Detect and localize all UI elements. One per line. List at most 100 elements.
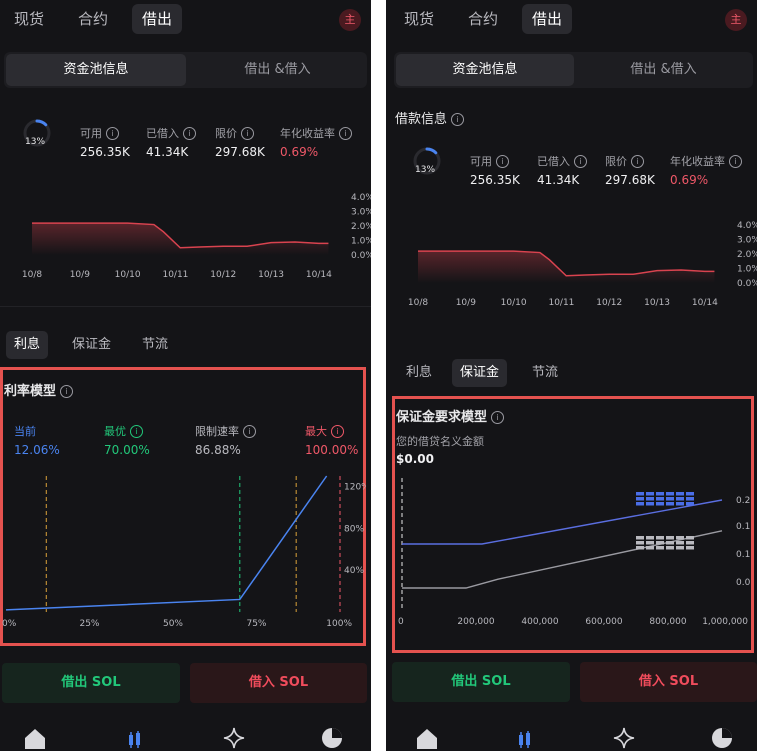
y-tick-label: 0.1 (736, 550, 750, 560)
pie-chart-icon[interactable] (711, 727, 733, 749)
subtab-interest[interactable]: 利息 (398, 359, 440, 387)
x-tick-label: 50% (163, 619, 183, 629)
info-icon[interactable]: i (729, 155, 742, 168)
x-tick-label: 10/10 (115, 270, 141, 280)
stat-limit: 限价 i 297.68K (215, 125, 265, 159)
legend-swatch-maintenance (646, 546, 654, 550)
segment-lend-borrow[interactable]: 借出 &借入 (576, 54, 751, 86)
home-icon[interactable] (415, 727, 439, 749)
stat-value: 256.35K (470, 173, 520, 187)
x-tick-label: 10/11 (162, 270, 188, 280)
segment-pool-info[interactable]: 资金池信息 (396, 54, 574, 86)
stat-apy: 年化收益率 i 0.69% (280, 125, 352, 159)
stat-limit: 限价 i 297.68K (605, 153, 655, 187)
pie-chart-icon[interactable] (321, 727, 343, 749)
legend-swatch-initial (646, 502, 654, 506)
y-tick-label: 2.0% (737, 250, 757, 260)
legend-swatch-maintenance (676, 546, 684, 550)
rate-value: 86.88% (195, 443, 241, 457)
info-icon[interactable]: i (60, 385, 74, 398)
stat-value: 0.69% (670, 173, 709, 187)
legend-swatch-maintenance (666, 536, 674, 540)
rate-curve (5, 475, 328, 611)
info-icon[interactable]: i (331, 425, 344, 438)
info-icon[interactable]: i (339, 127, 352, 140)
info-icon[interactable]: i (451, 113, 465, 126)
tab-spot[interactable]: 现货 (4, 4, 54, 34)
info-icon[interactable]: i (130, 425, 143, 438)
legend-swatch-initial (636, 497, 644, 501)
rate-value: 12.06% (14, 443, 60, 457)
rate-current: 当前 12.06% (14, 423, 60, 457)
subtab-margin[interactable]: 保证金 (64, 331, 119, 359)
rate-max: 最大 i 100.00% (305, 423, 358, 457)
y-tick-label: 2.0% (351, 222, 371, 232)
subtab-throttle[interactable]: 节流 (134, 331, 176, 359)
info-icon[interactable]: i (106, 127, 119, 140)
utilization-percent: 13% (25, 137, 46, 147)
tab-spot[interactable]: 现货 (394, 4, 444, 34)
legend-swatch-maintenance (636, 541, 644, 545)
info-icon[interactable]: i (631, 155, 644, 168)
segment-lend-borrow[interactable]: 借出 &借入 (188, 54, 367, 86)
subtab-throttle[interactable]: 节流 (524, 359, 566, 387)
subtab-margin[interactable]: 保证金 (452, 359, 508, 387)
x-tick-label: 800,000 (649, 617, 686, 627)
x-tick-label: 0 (398, 617, 404, 627)
subtab-interest[interactable]: 利息 (6, 331, 49, 359)
x-tick-label: 10/8 (22, 270, 42, 280)
legend-swatch-maintenance (686, 546, 694, 550)
info-icon[interactable]: i (183, 127, 196, 140)
sparkle-icon[interactable] (613, 727, 635, 749)
info-icon[interactable]: i (574, 155, 587, 168)
y-tick-label: 0.0% (351, 251, 371, 261)
info-icon[interactable]: i (496, 155, 509, 168)
gauge-arc (425, 147, 438, 155)
lend-sol-button[interactable]: 借出 SOL (392, 662, 570, 702)
legend-swatch-initial (666, 497, 674, 501)
notional-amount: $0.00 (396, 452, 434, 466)
rate-value: 100.00% (305, 443, 359, 457)
legend-swatch-maintenance (676, 541, 684, 545)
info-icon[interactable]: i (491, 411, 505, 424)
tab-lend[interactable]: 借出 (132, 4, 183, 34)
y-tick-label: 40% (344, 566, 364, 576)
borrow-info-title-text: 借款信息 (395, 112, 448, 127)
candlestick-icon[interactable] (126, 731, 144, 749)
margin-model-chart: 0.2 0.1 0.1 0.0 0 200,000 400,000 600,000 800,00… (398, 478, 751, 627)
info-icon[interactable]: i (241, 127, 254, 140)
legend-swatch-maintenance (636, 536, 644, 540)
x-tick-label: 1,000,000 (702, 617, 748, 627)
legend-swatch-maintenance (656, 536, 664, 540)
tab-lend[interactable]: 借出 (522, 4, 573, 34)
borrow-sol-button[interactable]: 借入 SOL (190, 663, 367, 703)
tab-futures[interactable]: 合约 (458, 4, 508, 34)
account-avatar[interactable]: 主 (725, 9, 747, 31)
segment-pool-info[interactable]: 资金池信息 (6, 54, 186, 86)
x-tick-label: 10/9 (456, 298, 476, 308)
x-tick-label: 10/13 (644, 298, 670, 308)
lend-sol-button[interactable]: 借出 SOL (2, 663, 180, 703)
legend-swatch-maintenance (646, 541, 654, 545)
legend-swatch-initial (636, 492, 644, 496)
legend-swatch-initial (686, 502, 694, 506)
y-tick-label: 4.0% (351, 193, 371, 203)
home-icon[interactable] (23, 727, 47, 749)
info-icon[interactable]: i (243, 425, 256, 438)
history-area (418, 251, 715, 283)
stat-label: 可用 (470, 155, 492, 168)
y-tick-label: 4.0% (737, 221, 757, 231)
rate-label: 最大 (305, 425, 327, 438)
segment-control: 资金池信息 借出 &借入 (394, 52, 753, 88)
rate-model-title-text: 利率模型 (4, 384, 57, 399)
tab-futures[interactable]: 合约 (68, 4, 118, 34)
stat-label: 可用 (80, 127, 102, 140)
sparkle-icon[interactable] (223, 727, 245, 749)
borrow-sol-button[interactable]: 借入 SOL (580, 662, 757, 702)
candlestick-icon[interactable] (516, 731, 534, 749)
divider (0, 306, 371, 307)
legend-swatch-initial (656, 492, 664, 496)
account-avatar[interactable]: 主 (339, 9, 361, 31)
y-tick-label: 0.1 (736, 522, 750, 532)
legend-swatch-initial (676, 497, 684, 501)
